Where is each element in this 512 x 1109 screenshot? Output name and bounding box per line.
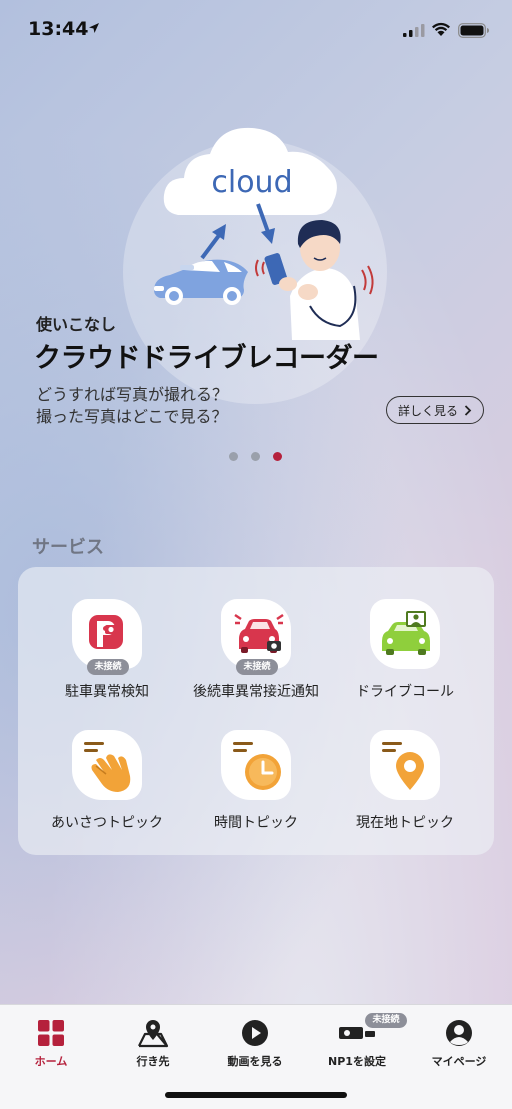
- service-label: 時間トピック: [214, 815, 298, 831]
- nav-home[interactable]: ホーム: [1, 1017, 101, 1069]
- service-label: ドライブコール: [356, 684, 454, 700]
- drive-call-icon: [382, 611, 430, 655]
- service-drive-call[interactable]: ドライブコール: [330, 599, 480, 701]
- location-arrow-icon: [89, 23, 99, 33]
- not-connected-badge: 未接続: [365, 1013, 407, 1028]
- service-label: 駐車異常検知: [65, 684, 149, 700]
- hero-description-line: 撮った写真はどこで見る？: [36, 407, 228, 426]
- hero-title: クラウドドライブレコーダー: [34, 343, 379, 374]
- service-parking-detection[interactable]: 未接続 駐車異常検知: [32, 599, 182, 701]
- car-illustration: [154, 259, 248, 305]
- service-location-topic[interactable]: 現在地トピック: [330, 730, 480, 832]
- home-grid-icon: [38, 1020, 64, 1046]
- wifi-icon: [432, 22, 450, 36]
- nav-np1-settings[interactable]: 未接続 NP1を設定: [307, 1013, 407, 1069]
- carousel-pager[interactable]: [229, 452, 282, 461]
- not-connected-badge: 未接続: [236, 659, 278, 675]
- cloud-drive-recorder-illustration: cloud: [154, 127, 374, 340]
- detail-button[interactable]: 詳しく見る: [386, 396, 484, 424]
- person-icon: [446, 1020, 472, 1046]
- cellular-signal-icon: [403, 24, 425, 37]
- map-pin-icon: [138, 1020, 169, 1048]
- chevron-right-icon: [464, 404, 472, 416]
- nav-label: マイページ: [431, 1055, 487, 1068]
- service-label: あいさつトピック: [51, 815, 163, 831]
- waving-hand-icon: [84, 742, 131, 792]
- nav-my-page[interactable]: マイページ: [409, 1017, 509, 1069]
- location-pin-icon: [382, 742, 424, 790]
- service-time-topic[interactable]: 時間トピック: [181, 730, 331, 832]
- service-greeting-topic[interactable]: あいさつトピック: [32, 730, 182, 832]
- service-icon-tile: [370, 599, 440, 669]
- service-rear-approach-alert[interactable]: 未接続 後続車異常接近通知: [181, 599, 331, 701]
- nav-watch-video[interactable]: 動画を見る: [205, 1017, 305, 1069]
- service-icon-tile: [370, 730, 440, 800]
- pager-dot[interactable]: [229, 452, 238, 461]
- service-icon-tile: [72, 730, 142, 800]
- hero-kicker: 使いこなし: [36, 315, 117, 334]
- pager-dot[interactable]: [251, 452, 260, 461]
- hero-description-line: どうすれば写真が撮れる？: [36, 385, 229, 404]
- service-icon-tile: 未接続: [72, 599, 142, 675]
- service-label: 現在地トピック: [356, 815, 454, 831]
- service-icon-tile: [221, 730, 291, 800]
- not-connected-badge: 未接続: [87, 659, 129, 675]
- status-bar: 13:44: [0, 0, 512, 60]
- home-indicator: [165, 1092, 347, 1098]
- hero-description: どうすれば写真が撮れる？ 撮った写真はどこで見る？: [36, 384, 228, 428]
- person-illustration: [255, 220, 374, 340]
- services-card: 未接続 駐車異常検知 未接続 後続車異常接近通知 ドライブコール あいさつトピッ…: [18, 567, 494, 855]
- battery-icon: [458, 23, 489, 38]
- services-heading: サービス: [32, 537, 104, 558]
- service-label: 後続車異常接近通知: [193, 684, 319, 700]
- play-icon: [242, 1020, 268, 1046]
- pager-dot-active[interactable]: [273, 452, 282, 461]
- clock-icon: [233, 742, 281, 790]
- status-time: 13:44: [28, 18, 89, 40]
- nav-label: 行き先: [136, 1055, 170, 1068]
- nav-label: 動画を見る: [227, 1055, 283, 1068]
- cloud-label: cloud: [211, 165, 292, 200]
- service-icon-tile: 未接続: [221, 599, 291, 675]
- nav-label: NP1を設定: [328, 1055, 386, 1068]
- nav-destination[interactable]: 行き先: [103, 1017, 203, 1069]
- nav-label: ホーム: [34, 1055, 68, 1068]
- detail-button-label: 詳しく見る: [397, 403, 458, 418]
